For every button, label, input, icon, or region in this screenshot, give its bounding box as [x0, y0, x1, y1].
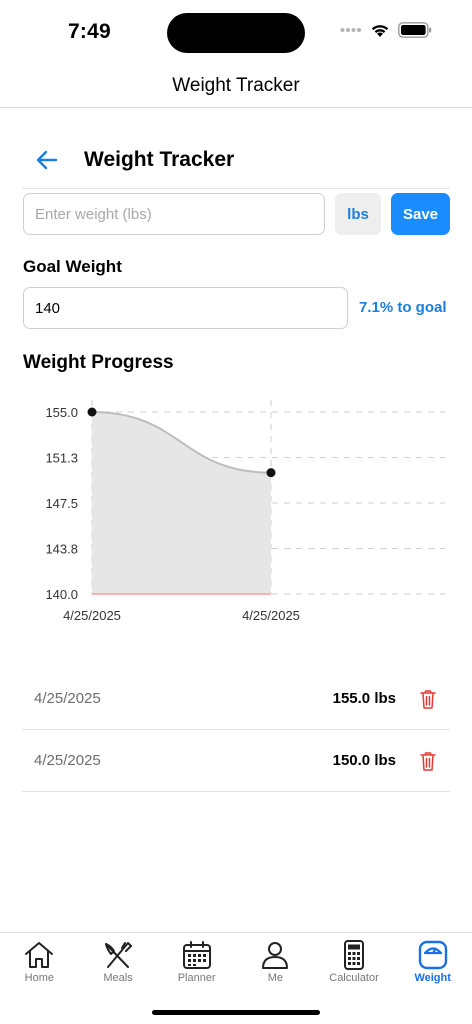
- weight-progress-chart: 155.0 151.3 147.5 143.8 140.0 4/25/2025 4/25/2…: [45, 400, 445, 623]
- y-tick-label: 143.8: [45, 542, 78, 557]
- trash-icon: [420, 689, 436, 709]
- calculator-icon: [337, 939, 371, 971]
- delete-entry-button[interactable]: [418, 687, 438, 711]
- tab-label: Weight: [414, 972, 451, 984]
- status-time: 7:49: [68, 20, 111, 43]
- weight-entry-row: 4/25/2025 150.0 lbs: [22, 730, 450, 792]
- weight-entries-list: 4/25/2025 155.0 lbs 4/25/2025 150.0 lbs: [22, 668, 450, 792]
- tab-label: Planner: [177, 972, 216, 984]
- navigation-header: Weight Tracker: [0, 64, 472, 108]
- weight-input[interactable]: [23, 193, 325, 235]
- y-tick-label: 140.0: [45, 587, 78, 602]
- tab-weight[interactable]: Weight: [393, 939, 472, 989]
- tab-me[interactable]: Me: [236, 939, 315, 989]
- tab-label: Meals: [103, 972, 133, 984]
- page-title: Weight Tracker: [84, 148, 235, 171]
- y-tick-label: 155.0: [45, 405, 78, 420]
- entry-date: 4/25/2025: [34, 752, 101, 769]
- goal-weight-input[interactable]: [23, 287, 348, 329]
- battery-icon: [398, 22, 432, 38]
- y-tick-label: 147.5: [45, 496, 78, 511]
- arrow-left-icon: [36, 150, 58, 170]
- tab-label: Calculator: [329, 972, 379, 984]
- home-indicator: [152, 1010, 320, 1015]
- tab-home[interactable]: Home: [0, 939, 79, 989]
- back-button[interactable]: [36, 142, 72, 178]
- calendar-icon: [180, 939, 214, 971]
- status-bar: 7:49: [0, 0, 472, 64]
- tab-label: Home: [24, 972, 54, 984]
- tab-bar: Home Meals Planner Me Calculator Weight: [0, 932, 472, 1024]
- header-title: Weight Tracker: [172, 74, 300, 96]
- wifi-icon: [371, 24, 389, 37]
- entry-weight: 155.0 lbs: [332, 690, 396, 707]
- goal-progress-text: 7.1% to goal: [359, 299, 447, 316]
- data-point: [87, 407, 97, 417]
- tab-planner[interactable]: Planner: [157, 939, 236, 989]
- home-icon: [22, 939, 56, 971]
- dynamic-island: [167, 13, 305, 53]
- save-button[interactable]: Save: [391, 193, 450, 235]
- weight-entry-row: 4/25/2025 155.0 lbs: [22, 668, 450, 730]
- tab-calculator[interactable]: Calculator: [315, 939, 394, 989]
- unit-toggle-button[interactable]: lbs: [335, 193, 381, 235]
- y-tick-label: 151.3: [45, 451, 78, 466]
- tab-label: Me: [267, 972, 283, 984]
- goal-weight-label: Goal Weight: [23, 257, 122, 276]
- status-icons: [340, 22, 432, 38]
- cellular-signal-icon: [340, 28, 361, 32]
- divider: [22, 188, 450, 189]
- x-tick-label: 4/25/2025: [63, 608, 121, 623]
- chart-title: Weight Progress: [23, 352, 174, 373]
- entry-weight: 150.0 lbs: [332, 752, 396, 769]
- trash-icon: [420, 751, 436, 771]
- weight-area: [92, 412, 271, 594]
- entry-date: 4/25/2025: [34, 690, 101, 707]
- page-heading: Weight Tracker: [36, 140, 234, 180]
- delete-entry-button[interactable]: [418, 749, 438, 773]
- x-tick-label: 4/25/2025: [242, 608, 300, 623]
- fork-knife-icon: [101, 939, 135, 971]
- person-icon: [258, 939, 292, 971]
- scale-icon: [416, 939, 450, 971]
- tab-meals[interactable]: Meals: [79, 939, 158, 989]
- data-point: [266, 468, 276, 478]
